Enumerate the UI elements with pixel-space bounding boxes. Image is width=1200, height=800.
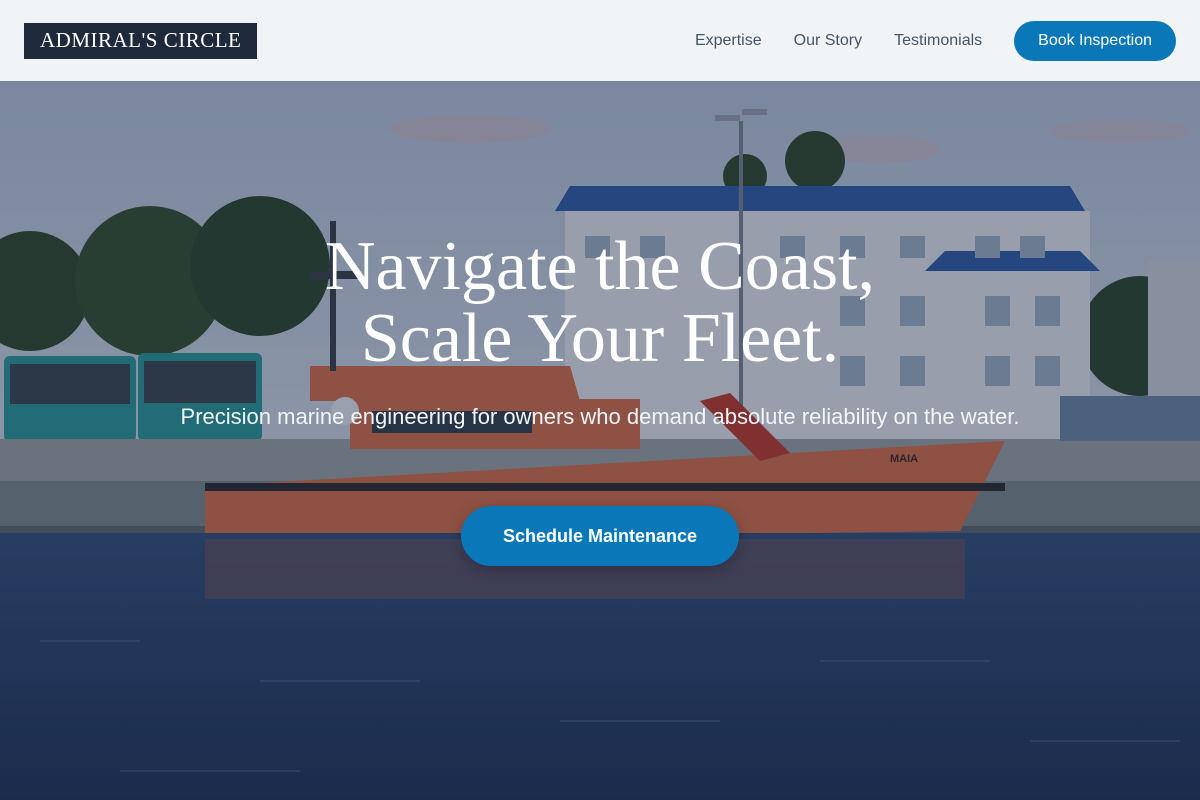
- book-inspection-button[interactable]: Book Inspection: [1014, 20, 1176, 61]
- brand-logo[interactable]: ADMIRAL'S CIRCLE: [24, 22, 258, 59]
- nav-link-expertise[interactable]: Expertise: [695, 32, 762, 50]
- hero-title-line-1: Navigate the Coast,: [324, 228, 876, 305]
- schedule-maintenance-button[interactable]: Schedule Maintenance: [461, 506, 739, 566]
- hero-subtitle: Precision marine engineering for owners …: [180, 404, 1020, 429]
- hero-section: MAIA Navigate the Coast, Scale Your Flee…: [0, 81, 1200, 800]
- hero-title-line-2: Scale Your Fleet.: [360, 300, 840, 377]
- site-header: ADMIRAL'S CIRCLE Expertise Our Story Tes…: [0, 0, 1200, 81]
- hero-title: Navigate the Coast, Scale Your Fleet.: [100, 231, 1100, 375]
- nav-link-testimonials[interactable]: Testimonials: [894, 32, 982, 50]
- nav-link-our-story[interactable]: Our Story: [794, 32, 862, 50]
- hero-content: Navigate the Coast, Scale Your Fleet. Pr…: [0, 81, 1200, 800]
- main-nav: Expertise Our Story Testimonials Book In…: [695, 20, 1176, 61]
